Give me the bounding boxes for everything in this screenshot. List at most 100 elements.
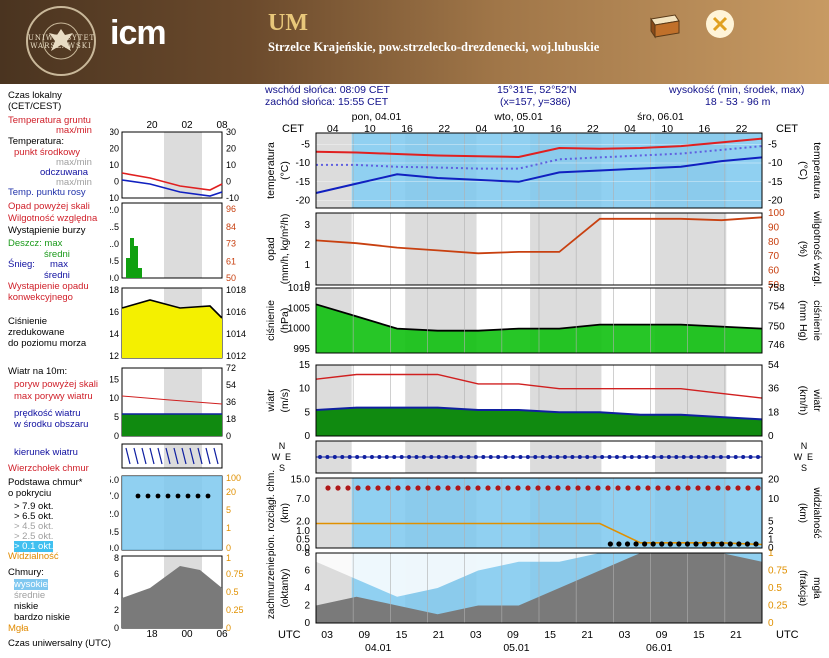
mini-fog-tick: 0.25	[226, 605, 244, 615]
wind-dir-marker	[481, 455, 486, 459]
fog-tick: 0.25	[768, 601, 788, 612]
legend-pressure-2: zredukowane	[8, 327, 65, 338]
elevation-values: 18 - 53 - 96 m	[705, 96, 771, 108]
legend-convective: Wystąpienie opadu	[8, 281, 89, 292]
mini-precip-tick: 1.0	[110, 239, 119, 249]
close-x-icon	[706, 10, 734, 38]
mini-rain-bar	[130, 238, 134, 278]
legend-temperature: Temperatura:	[8, 136, 64, 147]
mini-utc-tick: 18	[146, 629, 158, 638]
cloud-base-dot	[753, 541, 759, 547]
meteogram: UNIWERSYTET WARSZAWSKI icm UM Strzelce K…	[0, 0, 829, 658]
mini-temp-tick-r: 30	[226, 127, 236, 137]
vis-tick: 10	[768, 494, 780, 505]
close-button[interactable]	[700, 6, 740, 42]
vis-tick: 2	[768, 526, 774, 537]
wind-dir-marker	[659, 455, 664, 459]
cover-tick: 0	[304, 618, 310, 629]
mini-pressure-area	[122, 300, 222, 358]
hum-day-band	[351, 213, 406, 285]
wind-dir-marker	[689, 455, 694, 459]
cloud-tick: 2.0	[296, 516, 310, 527]
wind-dir-marker	[496, 455, 501, 459]
vis-tick: 20	[768, 474, 780, 485]
legend-gust-over: poryw powyżej skali	[14, 379, 98, 390]
cloud-tick: 15.0	[291, 474, 311, 485]
fog-tick: 1	[768, 548, 774, 559]
cloud-axis-label: pion. rozciągł. chm.	[266, 470, 277, 556]
header-bar: UNIWERSYTET WARSZAWSKI icm UM Strzelce K…	[0, 0, 829, 84]
temp-tick-left: -10	[296, 158, 311, 169]
elevation-label: wysokość (min, środek, max)	[669, 84, 805, 96]
mini-press-tick: 1016	[110, 307, 119, 317]
legend-snow: Śnieg:	[8, 259, 35, 270]
utc-tick: 03	[321, 629, 333, 641]
archive-button[interactable]	[644, 6, 684, 42]
cloud-top-dot	[485, 485, 491, 491]
temp-axis-unit: (°C)	[279, 161, 291, 180]
legend-wind-speed: prędkość wiatru	[14, 408, 81, 419]
utc-day-2: 05.01	[503, 642, 529, 654]
legend-snow-avg: średni	[44, 270, 70, 281]
cover-tick: 8	[304, 548, 310, 559]
mini-cloud-dot	[145, 493, 151, 499]
mini-hum-tick: 96	[226, 204, 236, 214]
wind-dir-marker	[592, 455, 597, 459]
utc-day-3: 06.01	[646, 642, 672, 654]
cloud-top-dot	[475, 485, 481, 491]
hum-tick: 90	[768, 222, 780, 233]
mini-temp-tick-r: 20	[226, 144, 236, 154]
cloud-top-dot	[615, 485, 621, 491]
wind-dir-marker	[733, 455, 738, 459]
mini-temp-tick: 20	[110, 144, 119, 154]
wind-dir-marker	[347, 455, 352, 459]
cloud-base-dot	[719, 541, 725, 547]
wind-dir-marker	[607, 455, 612, 459]
press-tick-mmhg: 754	[768, 301, 785, 312]
cloud-top-dot	[525, 485, 531, 491]
utc-tick: 21	[730, 629, 742, 641]
mini-cloud-tick: 0.0	[110, 543, 119, 553]
utc-tick: 09	[656, 629, 668, 641]
mini-vis-tick: 5	[226, 505, 231, 515]
cloud-base-dot	[744, 541, 751, 547]
legend-wind-area: w środku obszaru	[14, 419, 89, 430]
legend-cloud-base: Podstawa chmur*	[8, 477, 83, 488]
utc-tick: 15	[693, 629, 705, 641]
legend-local-time-2: (CET/CEST)	[8, 101, 62, 112]
cloud-top-dot	[365, 485, 371, 491]
cloud-top-dot	[355, 485, 361, 491]
day-label-1: pon, 04.01	[352, 111, 402, 123]
vis-axis-unit: (km)	[797, 503, 808, 523]
main-charts: CET CET04 10 16 22 04 10 16 22 04 10 16 22pon, 04.01…	[265, 111, 823, 654]
wind-dir-marker	[503, 455, 508, 459]
cloud-top-dot	[445, 485, 451, 491]
precip-mini-night	[164, 203, 202, 278]
mini-press-tick-r: 1018	[226, 285, 246, 295]
wind-dir-marker	[369, 455, 374, 459]
coords-text: 15°31'E, 52°52'N	[497, 84, 577, 96]
utc-label-left: UTC	[278, 629, 301, 641]
cloud-base-dot	[624, 541, 631, 547]
wind-dir-marker	[451, 455, 456, 459]
compass-left-n: N	[279, 441, 286, 451]
cloud-top-dot	[395, 485, 401, 491]
press-axis-label-right: ciśnienie	[811, 300, 823, 341]
mini-wind-area	[122, 414, 222, 436]
cloud-base-dot	[633, 541, 639, 547]
fog-tick: 0.5	[768, 583, 782, 594]
legend-low: niskie	[14, 601, 39, 612]
wind-dir-marker	[622, 455, 627, 459]
utc-tick: 21	[581, 629, 593, 641]
cloud-base-dot	[616, 541, 622, 547]
mini-vis-tick: 0	[226, 543, 231, 553]
temp-tick-right: -10	[768, 158, 783, 169]
wind-dir-marker	[444, 455, 449, 459]
mini-hum-tick: 50	[226, 273, 236, 283]
cloud-top-dot	[375, 485, 381, 491]
university-logo: UNIWERSYTET WARSZAWSKI	[26, 6, 96, 76]
cloud-base-dot	[710, 541, 716, 547]
mini-cloud-sky	[122, 476, 222, 550]
compass-right-n: N	[801, 441, 808, 451]
mini-cloud-tick: 0.5	[110, 527, 119, 537]
